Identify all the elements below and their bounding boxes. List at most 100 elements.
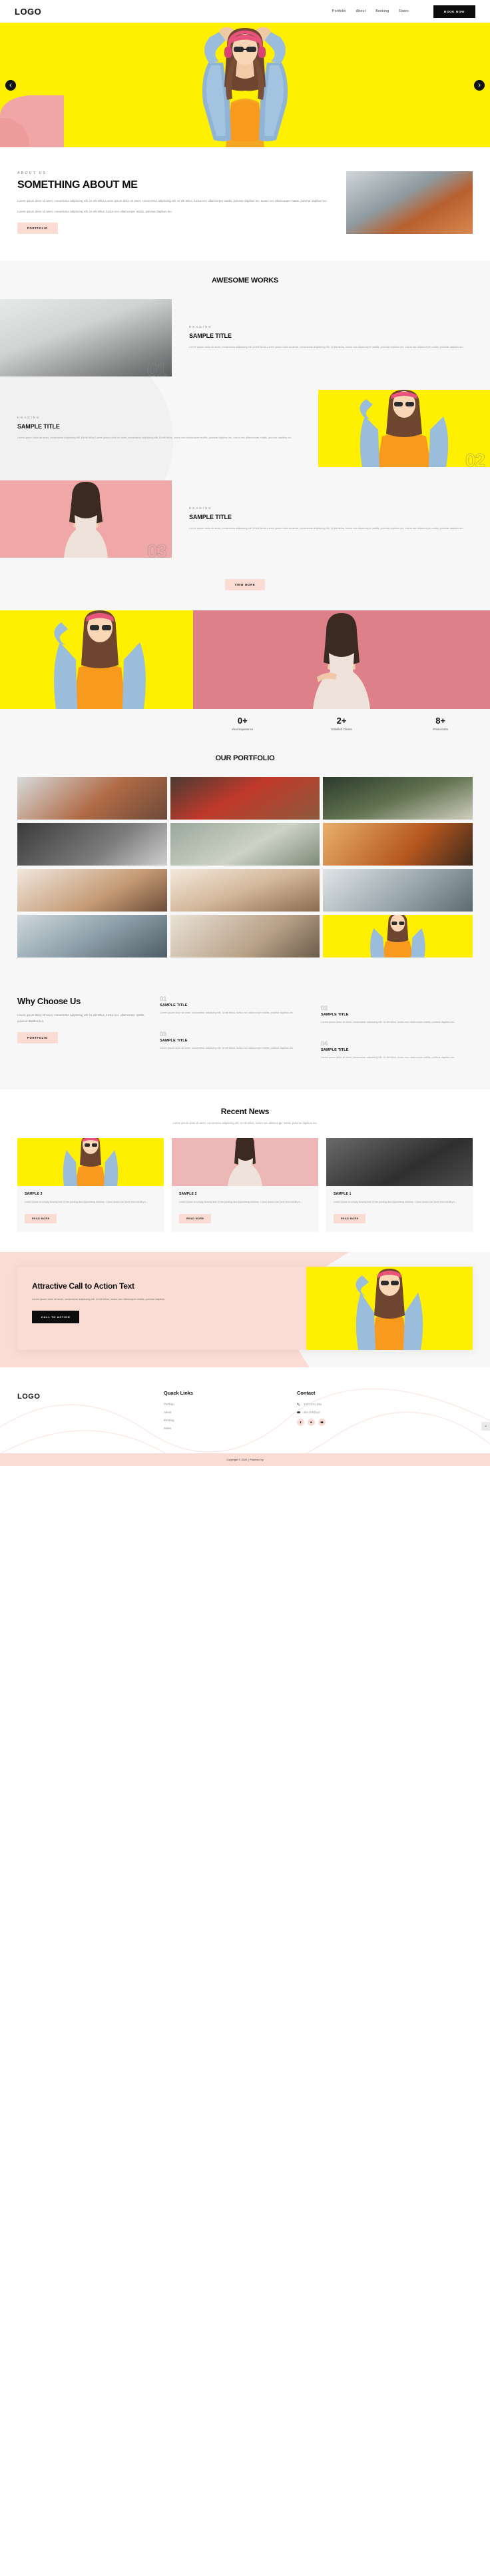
footer-phone-row[interactable]: 123-123-1234 xyxy=(297,1403,430,1406)
work-body-3: Lorem ipsum dolor sit amet, consectetur … xyxy=(189,526,464,530)
call-to-action-button[interactable]: CALL TO ACTION xyxy=(32,1311,80,1324)
cta-card: Attractive Call to Action Text Lorem ips… xyxy=(17,1267,473,1351)
why-item-title-1: SAMPLE TITLE xyxy=(160,1003,188,1008)
why-items-grid: 01 SAMPLE TITLE Lorem ipsum dolor sit am… xyxy=(160,995,473,1067)
news-read-more-button-3[interactable]: READ MORE xyxy=(334,1214,366,1224)
why-copy: Why Choose Us Lorem ipsum dolor sit amet… xyxy=(17,996,150,1067)
why-number-3: 03 xyxy=(160,1031,167,1038)
about-portfolio-button[interactable]: PORTFOLIO xyxy=(17,222,58,234)
portfolio-thumb[interactable] xyxy=(17,869,167,912)
cta-title: Attractive Call to Action Text xyxy=(32,1281,134,1291)
portfolio-thumb[interactable] xyxy=(17,823,167,866)
news-card-title-3: SAMPLE 1 xyxy=(334,1191,352,1196)
portfolio-thumb[interactable] xyxy=(323,869,473,912)
why-item: 01 SAMPLE TITLE Lorem ipsum dolor sit am… xyxy=(160,995,312,1025)
footer-phone: 123-123-1234 xyxy=(304,1403,322,1407)
footer-link-rates[interactable]: Rates xyxy=(164,1427,297,1430)
work-body-1: Lorem ipsum dolor sit amet, consectetur … xyxy=(189,344,464,348)
portfolio-thumb[interactable] xyxy=(323,915,473,958)
work-title-3: SAMPLE TITLE xyxy=(189,513,232,520)
work-heading-3: HEADING xyxy=(189,506,212,510)
footer-link-about[interactable]: About xyxy=(164,1411,297,1414)
youtube-button[interactable] xyxy=(318,1419,326,1427)
hero-prev-button[interactable] xyxy=(5,79,16,91)
work-photo-2-model xyxy=(360,390,449,467)
news-card-body: SAMPLE 1 Lorem ipsum is simply dummy tex… xyxy=(326,1186,473,1232)
work-photo-3-model xyxy=(64,482,108,558)
stats-row: 0+ Year Experience 2+ Satisfied Clients … xyxy=(0,709,490,740)
portfolio-thumb[interactable] xyxy=(170,915,320,958)
nav-item-booking[interactable]: Booking xyxy=(375,9,389,13)
stat-item: 0+ Year Experience xyxy=(193,716,292,731)
footer-link-portfolio[interactable]: Portfolio xyxy=(164,1403,297,1406)
copyright-bar: Copyright © 2022 | Powered by xyxy=(0,1453,490,1467)
portfolio-title: OUR PORTFOLIO xyxy=(215,754,275,763)
why-choose-us-section: Why Choose Us Lorem ipsum dolor sit amet… xyxy=(0,976,490,1090)
portfolio-thumb[interactable] xyxy=(17,915,167,958)
facebook-icon xyxy=(300,1421,302,1424)
news-read-more-button-1[interactable]: READ MORE xyxy=(25,1214,57,1224)
hero-next-button[interactable] xyxy=(474,79,485,91)
view-more-button[interactable]: VIEW MORE xyxy=(224,579,266,590)
why-item-body-4: Lorem ipsum dolor sit amet, consectetur … xyxy=(321,1056,455,1059)
why-title: Why Choose Us xyxy=(17,996,81,1007)
portfolio-thumb[interactable] xyxy=(170,869,320,912)
portfolio-grid xyxy=(0,777,490,958)
work-copy-2: HEADING SAMPLE TITLE Lorem ipsum dolor s… xyxy=(0,416,318,440)
about-section: ABOUT US SOMETHING ABOUT ME Lorem ipsum … xyxy=(0,147,490,261)
twitter-button[interactable] xyxy=(308,1419,315,1427)
about-paragraph-2: Lorem ipsum dolor sit amet, consectetur … xyxy=(17,209,172,213)
cta-photo xyxy=(306,1267,473,1351)
portfolio-thumb[interactable] xyxy=(170,823,320,866)
footer-contact-heading: Contact xyxy=(297,1390,316,1397)
portfolio-thumb[interactable] xyxy=(323,777,473,820)
work-heading-2: HEADING xyxy=(17,416,41,420)
footer-link-booking[interactable]: Booking xyxy=(164,1419,297,1422)
book-now-button[interactable]: BOOK NOW xyxy=(433,5,475,18)
news-card-text-1: Lorem ipsum is simply dummy text of the … xyxy=(25,1200,148,1203)
work-photo-1: 01 xyxy=(0,299,172,376)
work-photo-2: 02 xyxy=(318,390,490,467)
stats-banner xyxy=(0,610,490,709)
nav-item-rates[interactable]: Rates xyxy=(399,9,409,13)
news-subtitle: Lorem ipsum dolor sit amet, consectetur … xyxy=(172,1121,318,1125)
site-header: LOGO Portfolio About Booking Rates BOOK … xyxy=(0,0,490,23)
cta-photo-model xyxy=(356,1269,423,1351)
why-item-body-3: Lorem ipsum dolor sit amet, consectetur … xyxy=(160,1047,294,1050)
portfolio-thumb[interactable] xyxy=(170,777,320,820)
cta-copy: Attractive Call to Action Text Lorem ips… xyxy=(17,1267,306,1350)
work-number-3: 03 xyxy=(146,540,168,558)
footer-logo[interactable]: LOGO xyxy=(17,1390,164,1435)
works-title: AWESOME WORKS xyxy=(211,277,279,285)
about-title: SOMETHING ABOUT ME xyxy=(17,179,138,191)
footer-links-heading: Quack Links xyxy=(164,1390,193,1397)
news-photo-1 xyxy=(17,1137,164,1186)
stats-spacer xyxy=(0,716,193,731)
nav-item-about[interactable]: About xyxy=(356,9,366,13)
why-item-body-2: Lorem ipsum dolor sit amet, consectetur … xyxy=(321,1021,455,1024)
news-read-more-button-2[interactable]: READ MORE xyxy=(179,1214,212,1224)
hero-slider xyxy=(0,23,490,147)
why-number-1: 01 xyxy=(160,995,167,1003)
footer-email-row[interactable]: abc123@xyz xyxy=(297,1411,430,1414)
stat-item: 2+ Satisfied Clients xyxy=(292,716,391,731)
cta-body: Lorem ipsum dolor sit amet, consectetur … xyxy=(32,1297,166,1301)
news-card[interactable]: SAMPLE 3 Lorem ipsum is simply dummy tex… xyxy=(17,1137,164,1233)
work-body-2: Lorem ipsum dolor sit amet, consectetur … xyxy=(17,435,292,439)
news-title: Recent News xyxy=(220,1107,270,1117)
facebook-button[interactable] xyxy=(297,1419,304,1427)
site-logo[interactable]: LOGO xyxy=(15,7,41,17)
cta-section: Attractive Call to Action Text Lorem ips… xyxy=(0,1252,490,1368)
news-photo-1-model xyxy=(63,1137,119,1186)
nav-item-portfolio[interactable]: Portfolio xyxy=(332,9,346,13)
arrow-right-icon xyxy=(478,83,481,87)
about-copy: ABOUT US SOMETHING ABOUT ME Lorem ipsum … xyxy=(17,171,334,234)
news-card[interactable]: SAMPLE 1 Lorem ipsum is simply dummy tex… xyxy=(326,1137,473,1233)
stat-value-1: 0+ xyxy=(237,716,248,726)
why-portfolio-button[interactable]: PORTFOLIO xyxy=(17,1032,58,1044)
portfolio-thumb[interactable] xyxy=(17,777,167,820)
main-nav: Portfolio About Booking Rates BOOK NOW xyxy=(332,5,475,18)
news-card[interactable]: SAMPLE 2 Lorem ipsum is simply dummy tex… xyxy=(172,1137,318,1233)
scroll-to-top-button[interactable] xyxy=(481,1422,490,1431)
portfolio-thumb[interactable] xyxy=(323,823,473,866)
